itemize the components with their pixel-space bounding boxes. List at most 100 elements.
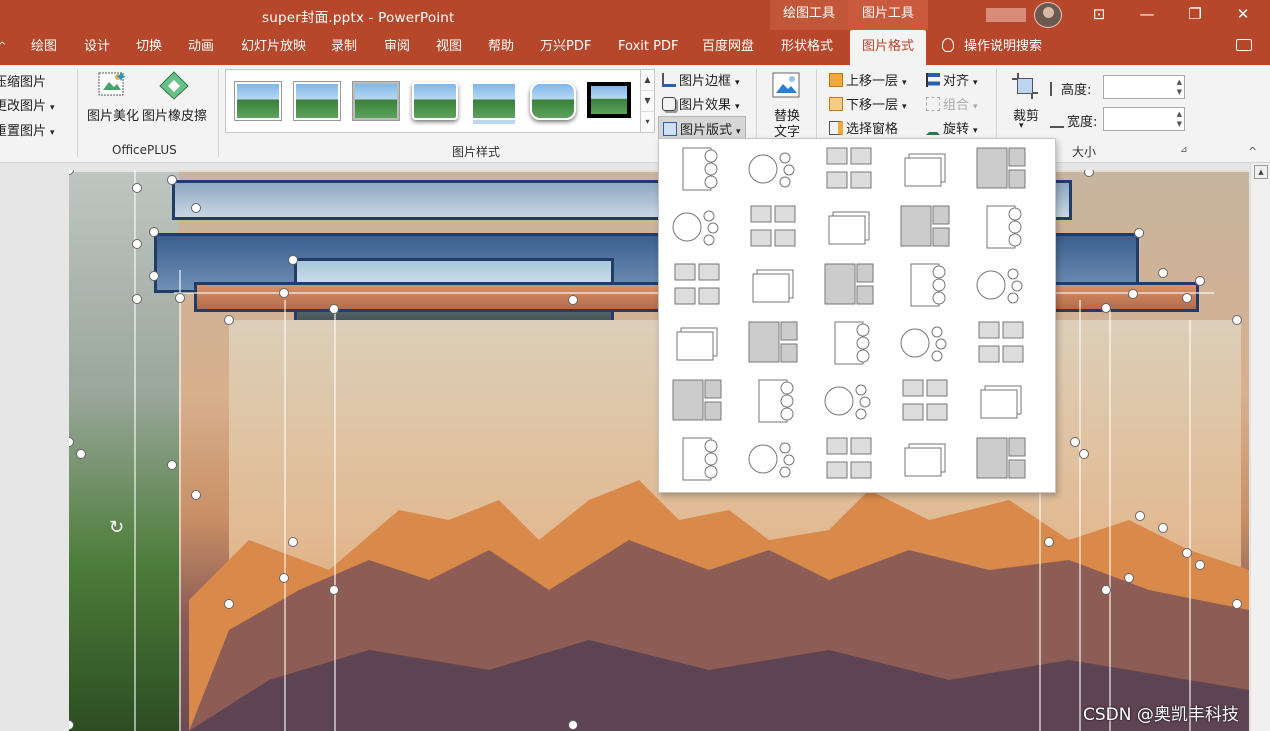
user-name[interactable] [986,8,1026,22]
resize-handle[interactable] [132,294,142,304]
tab-picture-format[interactable]: 图片格式 [850,30,927,65]
align-button[interactable]: 对齐 ▾ [926,70,978,89]
send-backward-button[interactable]: 下移一层 ▾ [829,94,907,113]
beautify-button[interactable]: 图片美化 [87,105,139,124]
group-button[interactable]: 组合 ▾ [926,94,978,113]
tab-foxit-pdf[interactable]: Foxit PDF [618,30,678,65]
resize-handle[interactable] [191,203,201,213]
picture-layout-option[interactable] [973,434,1029,484]
picture-border-button[interactable]: 图片边框 ▾ [662,70,740,89]
picture-layout-option[interactable] [745,318,801,368]
picture-effects-button[interactable]: 图片效果 ▾ [662,94,740,113]
picture-layout-option[interactable] [821,260,877,310]
crop-button[interactable]: 裁剪 [1013,105,1039,124]
tab-record[interactable]: 录制 [331,30,357,65]
picture-layout-option[interactable] [669,434,725,484]
tab-transitions[interactable]: 切换 [136,30,162,65]
tab-wondershare-pdf[interactable]: 万兴PDF [540,30,591,65]
picture-layout-option[interactable] [973,376,1029,426]
tab-scroll-arrow[interactable]: ^ [0,30,6,65]
picture-layout-option[interactable] [897,202,953,252]
bring-forward-button[interactable]: 上移一层 ▾ [829,70,907,89]
rotate-handle-icon[interactable]: ↻ [109,517,131,539]
rotate-button[interactable]: 旋转 ▾ [926,118,978,137]
resize-handle[interactable] [1044,537,1054,547]
resize-handle[interactable] [167,175,177,185]
gallery-scroll[interactable]: ▲ ▼ ▾ [641,69,655,133]
beautify-icon[interactable] [96,70,128,100]
collapse-ribbon-icon[interactable]: ^ [1248,145,1257,158]
ribbon-display-options-button[interactable]: ⊡ [1076,0,1122,30]
resize-handle[interactable] [1182,548,1192,558]
style-thumb-5[interactable] [471,82,517,120]
gallery-down-icon[interactable]: ▼ [641,91,654,112]
style-thumb-3[interactable] [353,82,399,120]
picture-layout-option[interactable] [973,260,1029,310]
picture-layout-option[interactable] [821,318,877,368]
gallery-more-icon[interactable]: ▾ [641,112,654,133]
resize-handle[interactable] [1158,523,1168,533]
tab-animations[interactable]: 动画 [188,30,214,65]
picture-layout-option[interactable] [973,202,1029,252]
resize-handle[interactable] [149,227,159,237]
picture-layout-option[interactable] [745,376,801,426]
picture-layout-option[interactable] [973,144,1029,194]
picture-layout-option[interactable] [973,318,1029,368]
picture-layout-option[interactable] [669,376,725,426]
maximize-button[interactable]: ❐ [1172,0,1218,30]
style-thumb-6[interactable] [530,82,576,120]
style-thumb-1[interactable] [235,82,281,120]
resize-handle[interactable] [132,183,142,193]
resize-handle[interactable] [568,295,578,305]
picture-layout-option[interactable] [745,434,801,484]
resize-handle[interactable] [224,315,234,325]
tab-draw[interactable]: 绘图 [31,30,57,65]
style-thumb-7[interactable] [587,82,631,118]
crop-dropdown-icon[interactable]: ▾ [1019,121,1024,131]
height-spinner[interactable]: ▲ ▼ [1177,77,1182,97]
resize-handle[interactable] [329,585,339,595]
picture-layout-option[interactable] [669,260,725,310]
crop-icon[interactable] [1010,71,1042,101]
width-spinner[interactable]: ▲ ▼ [1177,109,1182,129]
resize-handle[interactable] [568,720,578,730]
resize-handle[interactable] [1134,228,1144,238]
height-input[interactable]: ▲ ▼ [1103,75,1185,99]
resize-handle[interactable] [149,271,159,281]
resize-handle[interactable] [1195,560,1205,570]
picture-layout-option[interactable] [897,260,953,310]
resize-handle[interactable] [224,599,234,609]
picture-layout-option[interactable] [745,260,801,310]
width-input[interactable]: ▲ ▼ [1103,107,1185,131]
resize-handle[interactable] [1124,573,1134,583]
tab-shape-format[interactable]: 形状格式 [781,30,833,65]
close-button[interactable]: ✕ [1220,0,1266,30]
picture-layout-option[interactable] [821,202,877,252]
resize-handle[interactable] [1158,268,1168,278]
picture-layout-option[interactable] [669,202,725,252]
resize-handle[interactable] [175,293,185,303]
eraser-button[interactable]: 图片橡皮擦 [142,105,207,124]
change-picture-button[interactable]: 更改图片 ▾ [0,95,55,114]
picture-layout-option[interactable] [669,318,725,368]
gallery-up-icon[interactable]: ▲ [641,70,654,91]
resize-handle[interactable] [288,537,298,547]
alt-text-icon[interactable] [771,71,803,101]
resize-handle[interactable] [1070,437,1080,447]
style-thumb-4[interactable] [412,82,458,120]
avatar[interactable] [1034,2,1062,28]
resize-handle[interactable] [1195,276,1205,286]
size-dialog-launcher-icon[interactable]: ⊿ [1180,145,1188,155]
resize-handle[interactable] [1232,599,1242,609]
picture-layout-option[interactable] [669,144,725,194]
picture-layout-option[interactable] [745,144,801,194]
picture-layout-option[interactable] [821,144,877,194]
picture-layout-option[interactable] [897,376,953,426]
resize-handle[interactable] [1101,303,1111,313]
picture-layout-option[interactable] [821,376,877,426]
comment-icon[interactable] [1236,30,1252,65]
resize-handle[interactable] [279,288,289,298]
eraser-icon[interactable] [158,70,190,100]
resize-handle[interactable] [1232,315,1242,325]
compress-pictures-button[interactable]: 压缩图片 [0,71,46,90]
